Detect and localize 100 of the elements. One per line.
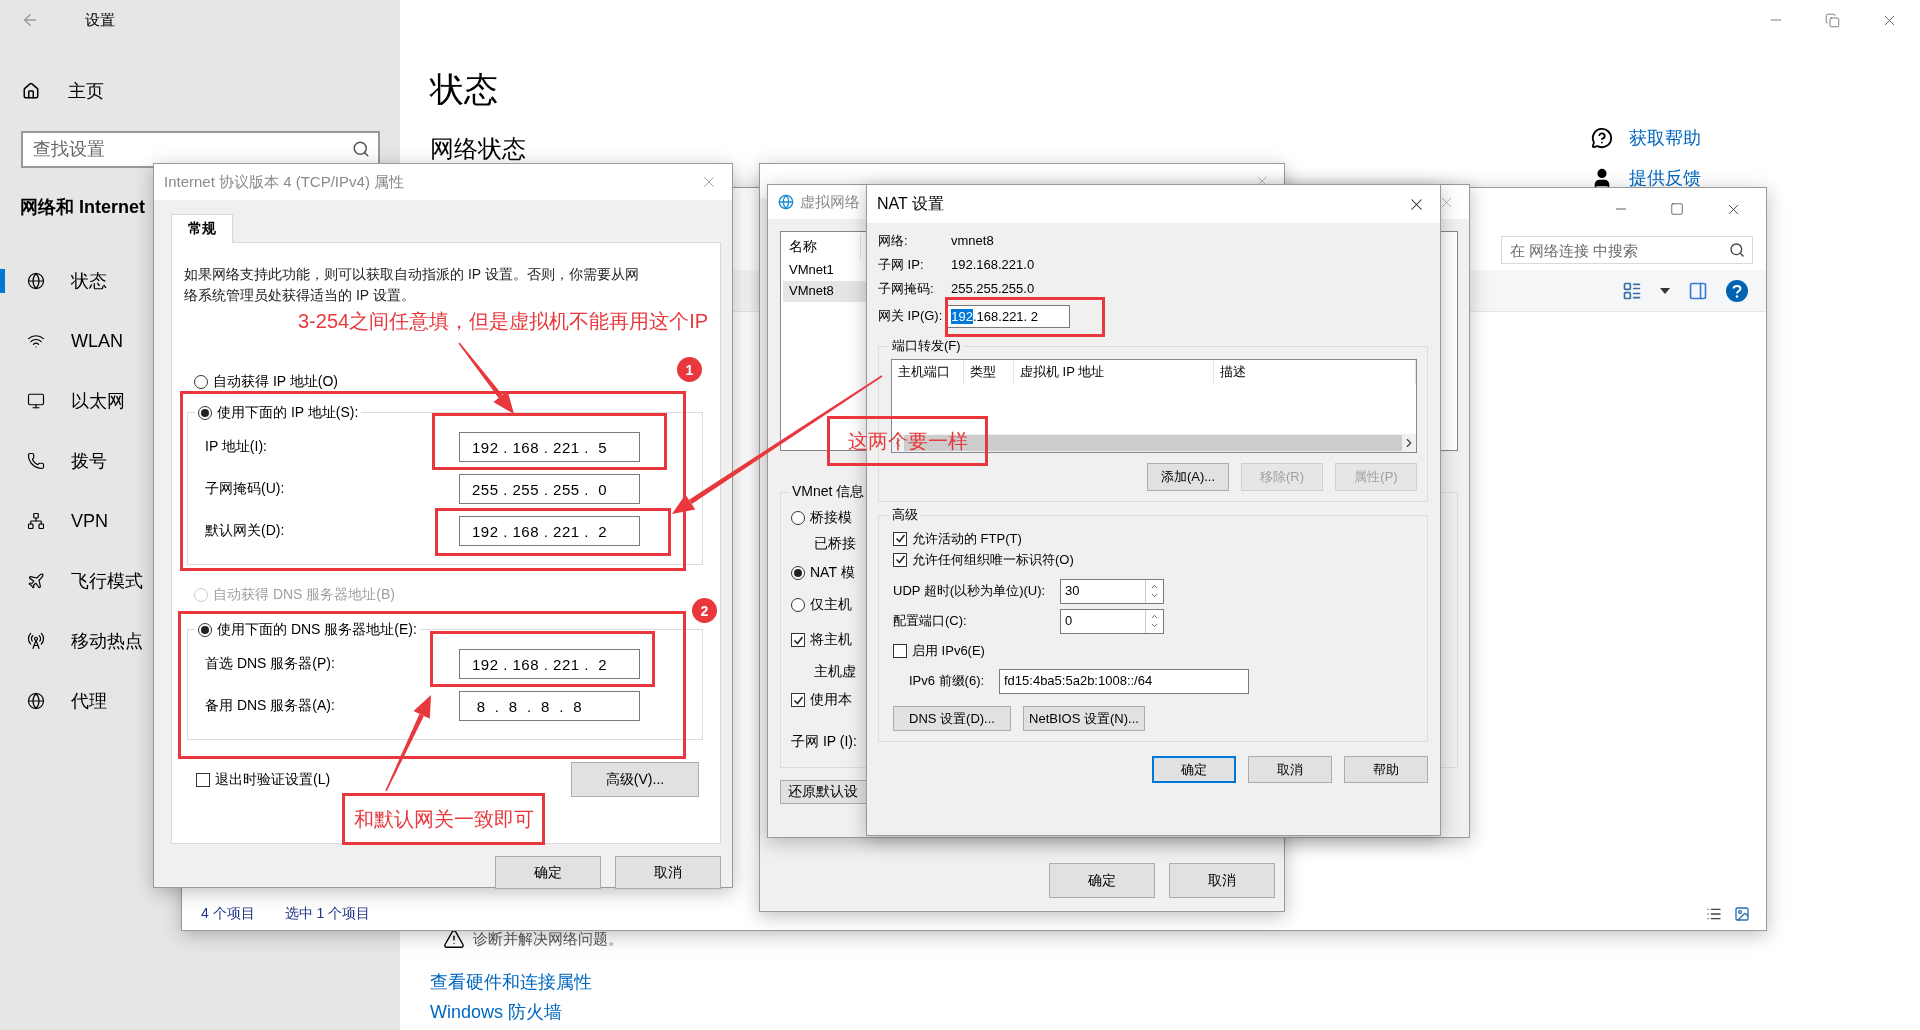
advanced-button[interactable]: 高级(V)... [571,762,699,797]
nav-item[interactable]: 以太网 [0,371,133,431]
column-header[interactable]: 虚拟机 IP 地址 [1014,360,1214,384]
checkbox[interactable]: 使用本 [791,691,852,709]
globe-icon [27,692,45,710]
section-title: 网络和 Internet [19,196,146,219]
annotation-text: 3-254之间任意填，但是虚拟机不能再用这个IP [298,309,709,333]
nav-item[interactable]: VPN [0,491,116,551]
radio-button[interactable]: 桥接模 [791,509,852,527]
maximize-icon[interactable] [1670,202,1684,216]
ip-address-field[interactable]: 192 . 168 . 221 . 2 [459,649,640,679]
nav-item[interactable]: 拨号 [0,431,115,491]
info-value: vmnet8 [951,232,995,250]
info-text: 已桥接 [814,535,856,553]
warning-icon [443,928,465,950]
spin-down-icon[interactable] [1150,591,1159,600]
app-title: 设置 [85,10,115,30]
radio-button[interactable]: NAT 模 [791,564,855,582]
description-text: 如果网络支持此功能，则可以获取自动指派的 IP 设置。否则，你需要从网络系统管理员处获得适当的 IP 设置。 [184,265,640,305]
column-header[interactable]: 主机端口 [892,360,964,384]
settings-button[interactable]: DNS 设置(D)... [893,706,1011,731]
info-value: 255.255.255.0 [951,280,1035,298]
column-header[interactable]: 类型 [964,360,1014,384]
number-spinner[interactable]: 0 [1060,608,1164,634]
checkmark-icon [792,634,804,646]
info-value: 192.168.221.0 [951,256,1035,274]
back-icon[interactable] [21,11,39,29]
help-icon[interactable] [1726,279,1748,302]
nav-item[interactable]: 代理 [0,671,115,731]
restore-icon[interactable] [1825,12,1840,28]
checkbox[interactable]: 允许活动的 FTP(T) [893,529,1022,548]
ip-address-field[interactable]: 8 . 8 . 8 . 8 [459,691,640,721]
checkbox[interactable]: 将主机 [791,631,852,649]
preview-pane-icon[interactable] [1688,280,1708,301]
field-label: 备用 DNS 服务器(A): [205,697,336,715]
field-label: 配置端口(C): [893,612,968,630]
field-label: 子网掩码(U): [205,480,286,498]
radio-button[interactable]: 使用下面的 IP 地址(S): [198,404,359,422]
section-heading: 网络状态 [430,134,526,164]
annotation-arrow [458,342,514,414]
dialog-button[interactable]: 取消 [1169,863,1275,898]
group-title: VMnet 信息 [791,483,866,501]
nav-item[interactable]: 状态 [0,251,115,311]
tab[interactable]: 常规 [171,214,233,243]
ip-address-field[interactable]: 255 . 255 . 255 . 0 [459,474,640,504]
field-label: UDP 超时(以秒为单位)(U): [893,582,1047,600]
troubleshoot-text: 诊断并解决网络问题。 [473,929,623,949]
network-icon [27,512,45,530]
dialog-title: NAT 设置 [877,193,944,214]
checkbox[interactable]: 退出时验证设置(L) [196,770,331,789]
page-title: 状态 [430,69,499,110]
status-text: 选中 1 个项目 [284,905,371,923]
settings-button[interactable]: NetBIOS 设置(N)... [1023,706,1145,731]
details-view-icon[interactable] [1706,906,1722,922]
nav-item[interactable]: 移动热点 [0,611,151,671]
dialog-button[interactable]: 取消 [615,856,721,889]
radio-button[interactable]: 使用下面的 DNS 服务器地址(E): [198,621,417,639]
ip-address-field[interactable]: 192 . 168 . 221 . 2 [459,516,640,546]
chat-question-icon [1591,127,1613,149]
search-icon [1729,242,1745,258]
view-options-icon[interactable] [1622,280,1642,301]
number-spinner[interactable]: 30 [1060,578,1164,604]
help-link[interactable]: 获取帮助 [1591,126,1701,150]
field-label: IP 地址(I): [205,438,268,456]
info-label: 子网 IP: [878,256,925,274]
field-label: 子网 IP (I): [791,733,857,751]
dialog-button[interactable]: 确定 [1152,756,1236,783]
field-label: 首选 DNS 服务器(P): [205,655,336,673]
radio-button[interactable]: 仅主机 [791,596,852,614]
ipv6-prefix-field[interactable]: fd15:4ba5:5a2b:1008::/64 [999,668,1249,694]
radio-button[interactable]: 自动获得 IP 地址(O) [194,373,338,391]
table-action-button[interactable]: 添加(A)... [1147,463,1229,491]
checkmark-icon [792,694,804,706]
dialog-button[interactable]: 取消 [1248,756,1332,783]
info-label: 网络: [878,232,909,250]
checkbox[interactable]: 允许任何组织唯一标识符(O) [893,550,1074,569]
spin-down-icon[interactable] [1150,621,1159,630]
dialog-button[interactable]: 确定 [495,856,601,889]
dialog-button[interactable]: 确定 [1049,863,1155,898]
spin-up-icon[interactable] [1150,582,1159,591]
dropdown-caret-icon[interactable] [1660,287,1670,294]
column-header: 名称 [781,234,861,260]
group-title: 端口转发(F) [891,337,962,355]
dialog-title: Internet 协议版本 4 (TCP/IPv4) 属性 [164,172,405,192]
spin-up-icon[interactable] [1150,612,1159,621]
dialog-button[interactable]: 帮助 [1344,756,1428,783]
home-icon [22,82,40,100]
status-text: 4 个项目 [201,905,255,923]
phone-icon [27,452,45,470]
nav-item[interactable]: WLAN [0,311,131,371]
help-link[interactable]: 提供反馈 [1591,166,1701,190]
column-header[interactable]: 描述 [1214,360,1416,384]
info-label: 子网掩码: [878,280,935,298]
ip-address-field[interactable]: 192 . 168 . 221 . 5 [459,432,640,462]
settings-link[interactable]: Windows 防火墙 [430,1000,1920,1024]
nav-item[interactable]: 飞行模式 [0,551,151,611]
settings-link[interactable]: 查看硬件和连接属性 [430,970,1920,994]
checkbox[interactable]: 启用 IPv6(E) [893,642,985,660]
home-nav-item[interactable]: 主页 [0,71,400,111]
large-icons-view-icon[interactable] [1734,906,1750,922]
